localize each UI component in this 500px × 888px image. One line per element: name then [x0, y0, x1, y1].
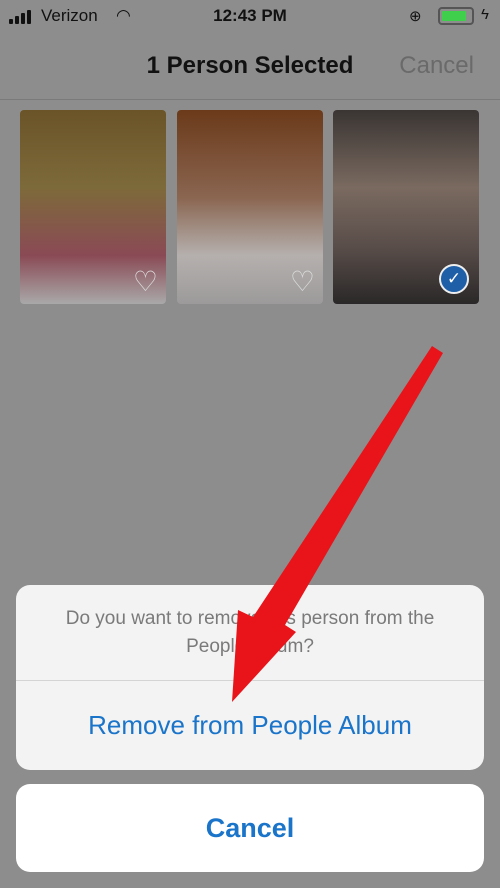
annotation-arrow	[232, 346, 443, 702]
arrow-shape	[232, 346, 443, 702]
